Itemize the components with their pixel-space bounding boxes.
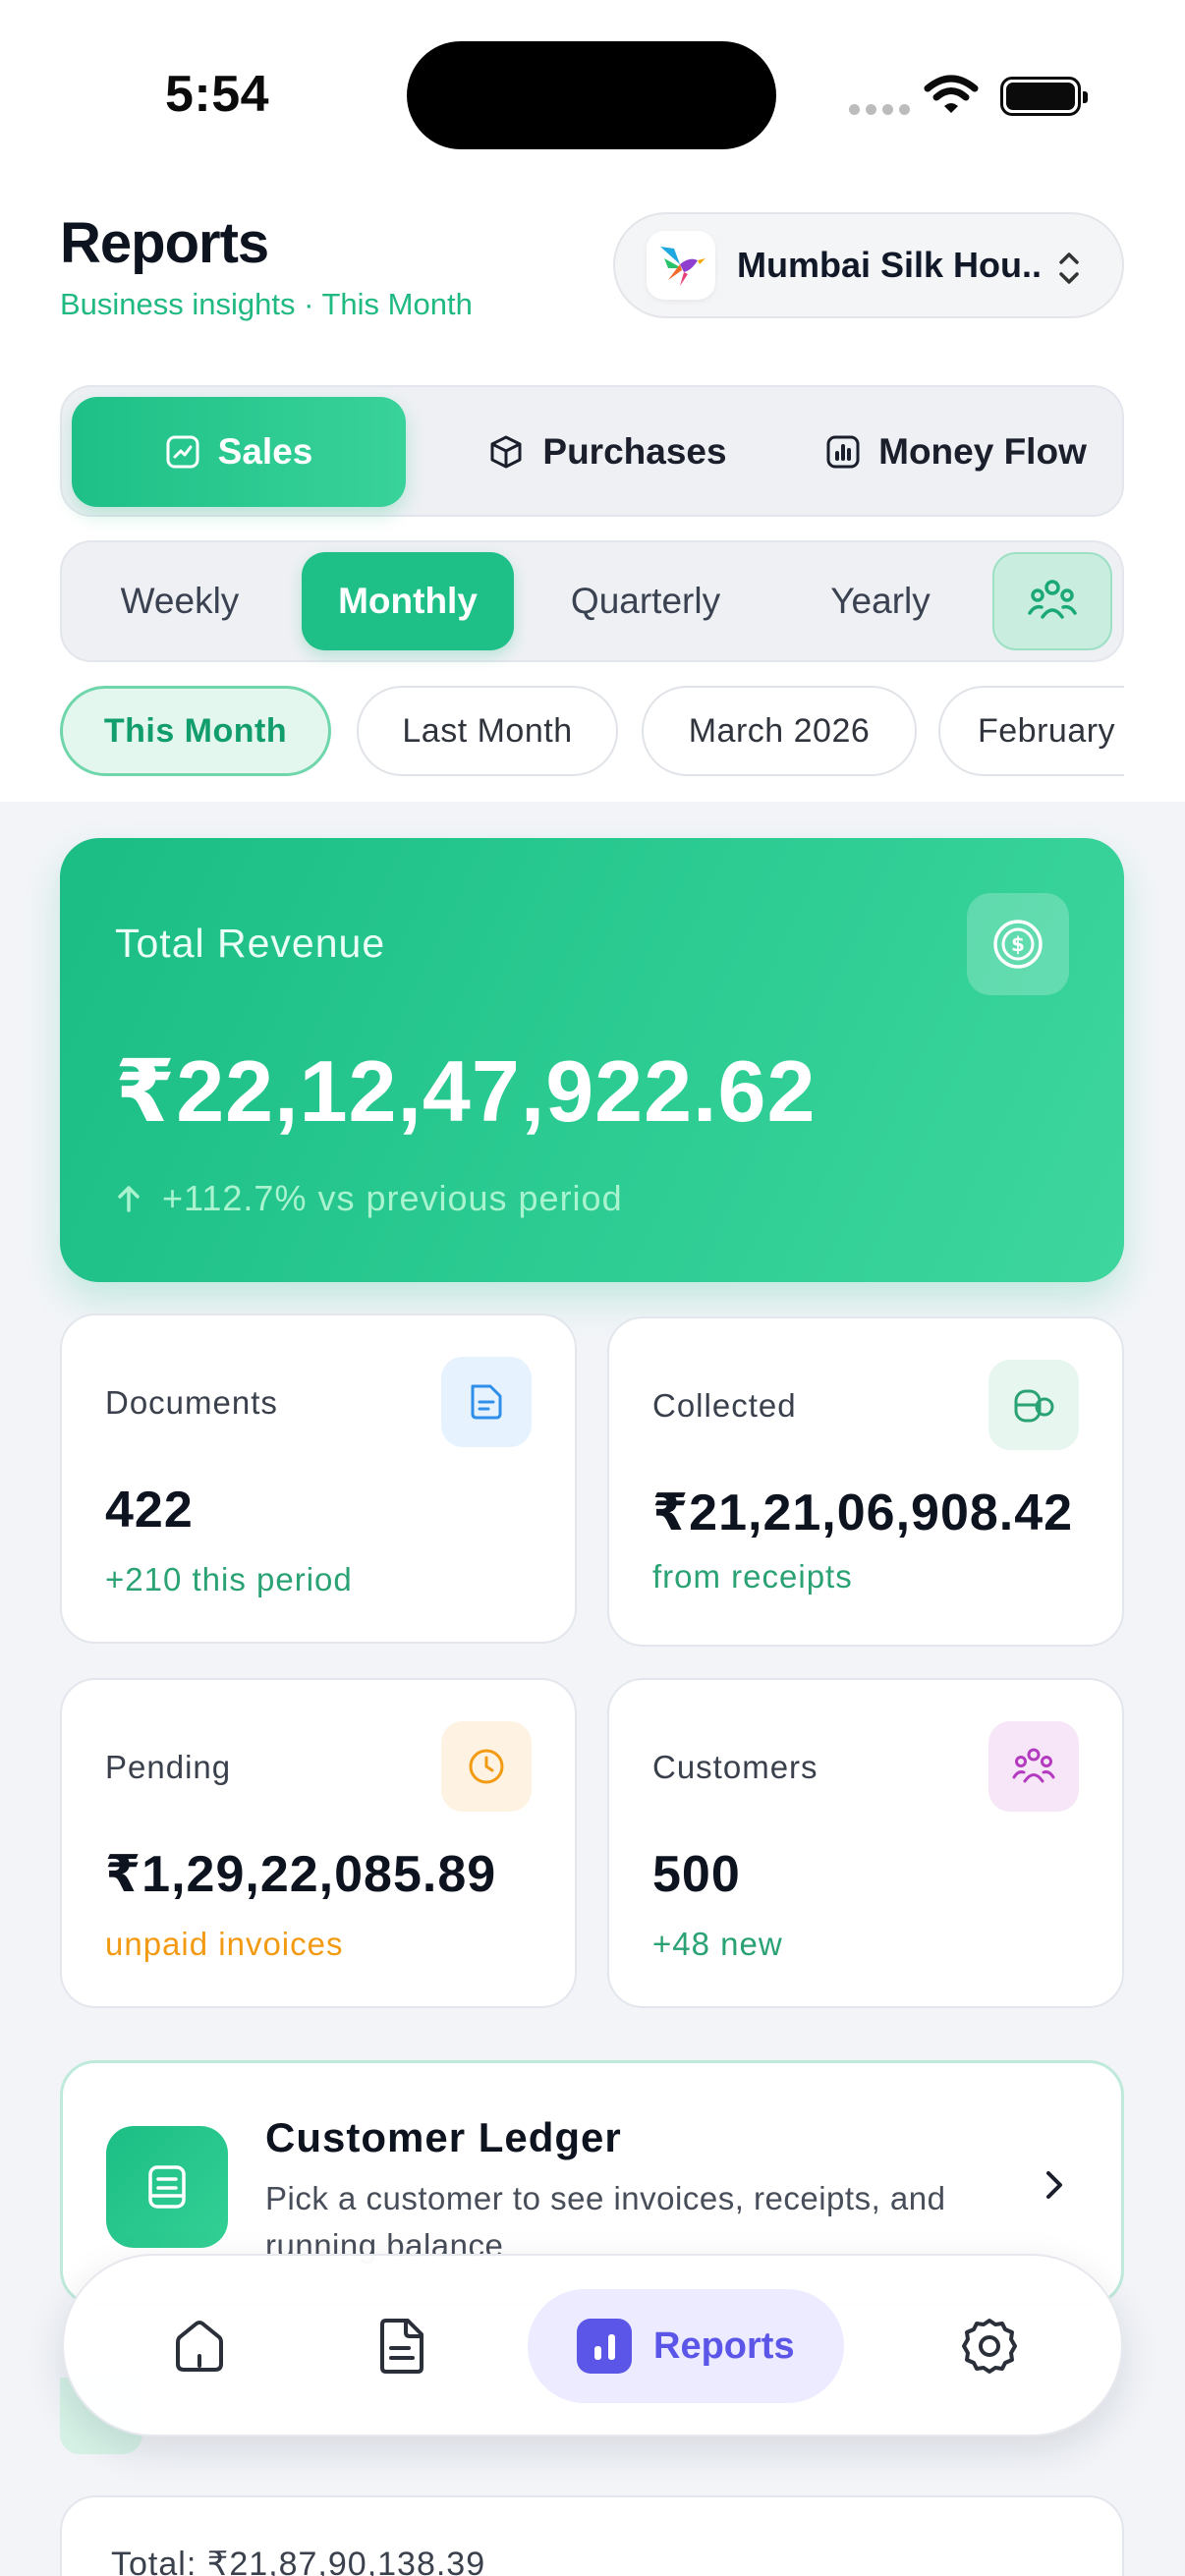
tab-monthly[interactable]: Monthly	[302, 552, 514, 650]
collected-value: ₹21,21,06,908.42	[652, 1484, 1074, 1541]
clock-icon	[441, 1721, 532, 1812]
total-revenue-card: Total Revenue $ ₹22,12,47,922.62 +112.7%…	[60, 838, 1124, 1282]
ledger-title: Customer Ledger	[265, 2114, 622, 2160]
period-switcher: Weekly Monthly Quarterly Yearly	[60, 540, 1124, 662]
customers-note: +48 new	[652, 1926, 783, 1962]
business-selector[interactable]: Mumbai Silk Hou...	[613, 212, 1124, 318]
tab-sales-label: Sales	[217, 431, 313, 472]
nav-reports-label: Reports	[653, 2324, 795, 2367]
pending-card[interactable]: Pending ₹1,29,22,085.89 unpaid invoices	[60, 1678, 577, 2008]
chevron-right-icon	[1046, 2171, 1062, 2199]
total-summary-text: Total: ₹21,87,90,138.39	[111, 2546, 486, 2576]
page-title: Reports	[60, 211, 269, 275]
compare-customers-button[interactable]	[992, 552, 1112, 650]
trend-chart-icon	[166, 435, 199, 469]
chip-this-month[interactable]: This Month	[60, 686, 331, 776]
bottom-navigation: Reports	[62, 2254, 1123, 2436]
cellular-signal-icon	[849, 104, 910, 115]
chevron-up-down-icon	[1059, 252, 1079, 284]
box-icon	[490, 435, 522, 469]
date-range-chips: This Month Last Month March 2026 Februar…	[60, 686, 1124, 778]
revenue-amount: ₹22,12,47,922.62	[115, 1042, 817, 1140]
collected-note: from receipts	[652, 1558, 853, 1595]
nav-home[interactable]	[142, 2289, 256, 2403]
documents-note: +210 this period	[105, 1561, 353, 1597]
pending-note: unpaid invoices	[105, 1926, 344, 1962]
collected-card[interactable]: Collected ₹21,21,06,908.42 from receipts	[607, 1316, 1124, 1647]
wifi-icon	[924, 75, 979, 113]
report-type-switcher: Sales Purchases Money Flow	[60, 385, 1124, 517]
nav-reports[interactable]: Reports	[528, 2289, 844, 2403]
document-icon	[441, 1357, 532, 1447]
customers-card[interactable]: Customers 500 +48 new	[607, 1678, 1124, 2008]
coins-icon	[988, 1360, 1079, 1450]
tab-money-flow-label: Money Flow	[878, 431, 1087, 472]
business-logo-icon	[647, 231, 715, 300]
dollar-coin-icon: $	[967, 893, 1069, 995]
tab-weekly[interactable]: Weekly	[72, 552, 288, 650]
nav-settings[interactable]	[932, 2289, 1046, 2403]
home-icon	[176, 2321, 223, 2372]
tab-yearly[interactable]: Yearly	[777, 552, 984, 650]
page-subtitle: Business insights · This Month	[60, 287, 473, 321]
customers-label: Customers	[652, 1749, 818, 1785]
svg-text:$: $	[1011, 932, 1025, 956]
documents-value: 422	[105, 1482, 194, 1539]
battery-icon	[1000, 77, 1088, 116]
documents-card[interactable]: Documents 422 +210 this period	[60, 1314, 577, 1644]
ledger-book-icon	[106, 2126, 228, 2248]
pending-label: Pending	[105, 1749, 232, 1785]
revenue-trend-text: +112.7% vs previous period	[162, 1178, 623, 1218]
arrow-up-icon	[118, 1186, 140, 1212]
chip-last-month[interactable]: Last Month	[357, 686, 618, 776]
tab-purchases[interactable]: Purchases	[455, 397, 760, 507]
nav-documents[interactable]	[345, 2289, 459, 2403]
total-summary-card: Total: ₹21,87,90,138.39	[60, 2495, 1124, 2576]
bar-chart-icon	[826, 435, 860, 469]
dynamic-island	[407, 41, 776, 149]
status-time: 5:54	[165, 66, 270, 123]
revenue-label: Total Revenue	[115, 921, 386, 966]
users-icon	[988, 1721, 1079, 1812]
chip-march-2026[interactable]: March 2026	[642, 686, 917, 776]
tab-purchases-label: Purchases	[542, 431, 727, 472]
users-icon	[1028, 580, 1077, 619]
chip-february[interactable]: February	[938, 686, 1124, 776]
document-icon	[380, 2319, 423, 2374]
tab-quarterly[interactable]: Quarterly	[528, 552, 763, 650]
documents-label: Documents	[105, 1384, 278, 1421]
pending-value: ₹1,29,22,085.89	[105, 1846, 497, 1903]
tab-money-flow[interactable]: Money Flow	[799, 397, 1113, 507]
business-name: Mumbai Silk Hou...	[737, 245, 1042, 285]
customers-value: 500	[652, 1846, 741, 1903]
revenue-trend: +112.7% vs previous period	[115, 1178, 623, 1219]
gear-icon	[962, 2319, 1017, 2374]
tab-sales[interactable]: Sales	[72, 397, 406, 507]
collected-label: Collected	[652, 1387, 797, 1424]
reports-icon	[577, 2319, 632, 2374]
